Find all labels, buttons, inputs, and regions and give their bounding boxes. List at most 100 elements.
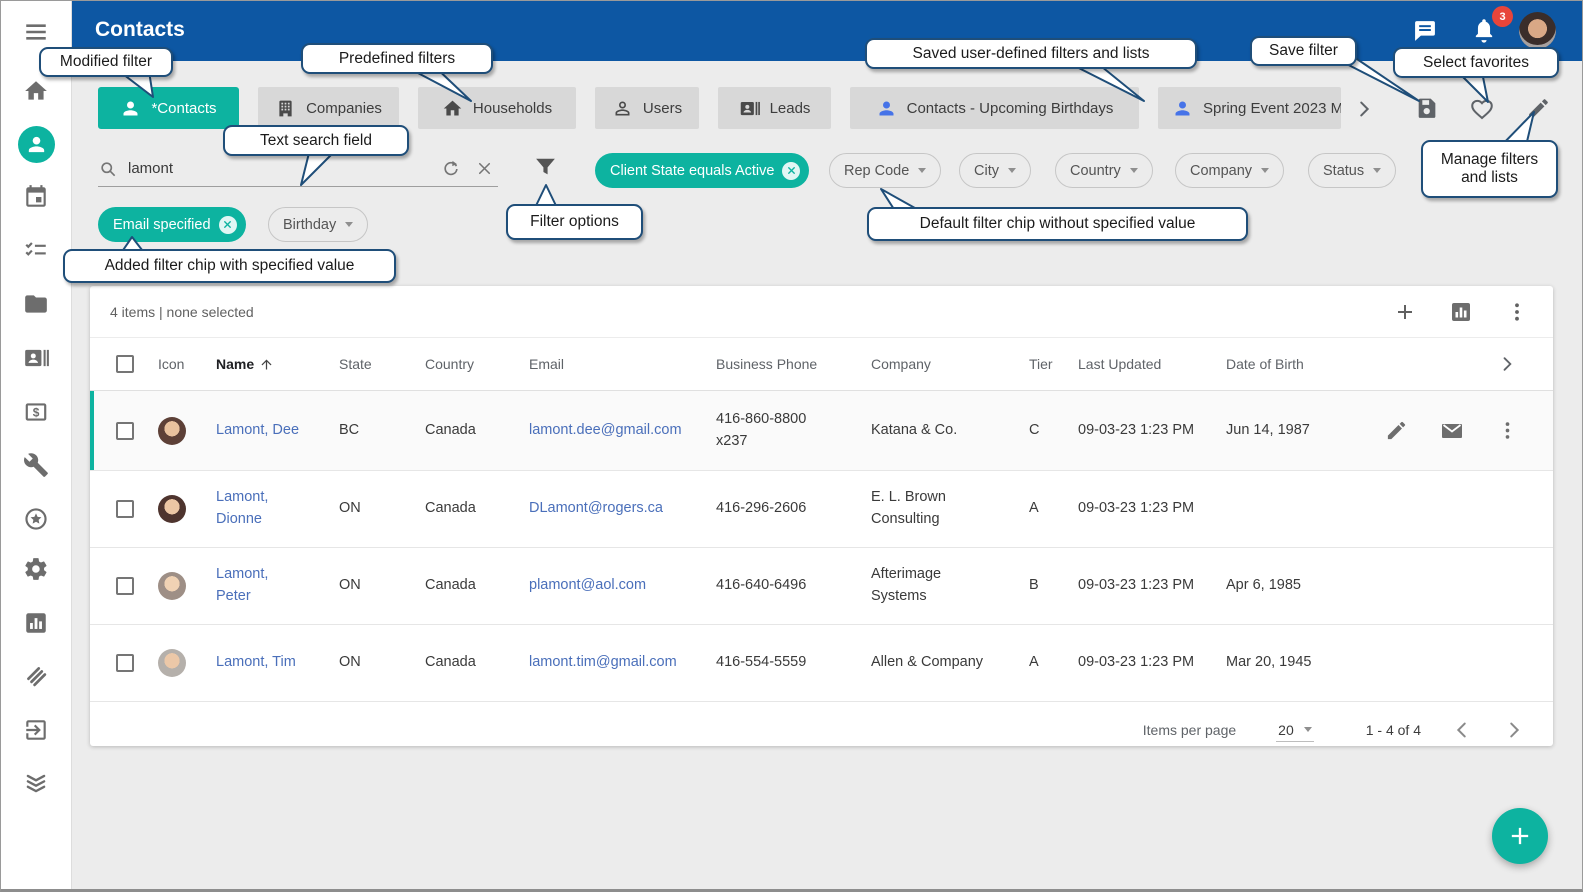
callout-saved-filters: Saved user-defined filters and lists bbox=[865, 38, 1197, 69]
callout-select-favorites: Select favorites bbox=[1393, 47, 1559, 78]
tab-households[interactable]: Households bbox=[418, 87, 576, 129]
filter-chip-client-state[interactable]: Client State equals Active bbox=[595, 153, 809, 188]
add-contact-fab[interactable] bbox=[1492, 808, 1548, 864]
filter-chip-status[interactable]: Status bbox=[1308, 153, 1396, 188]
row-more-kebab-icon[interactable] bbox=[1496, 419, 1519, 442]
page-size-select[interactable]: 20 bbox=[1276, 719, 1314, 742]
column-header-company[interactable]: Company bbox=[871, 356, 1029, 372]
cell-state: ON bbox=[339, 575, 425, 597]
filter-chip-country[interactable]: Country bbox=[1055, 153, 1153, 188]
notification-badge: 3 bbox=[1492, 6, 1513, 27]
sidebar-item-tasks-checklist[interactable] bbox=[23, 238, 49, 264]
tab-companies[interactable]: Companies bbox=[258, 87, 399, 129]
sidebar-item-contacts-active[interactable] bbox=[18, 126, 55, 163]
callout-filter-options: Filter options bbox=[506, 204, 643, 240]
filter-chip-city[interactable]: City bbox=[959, 153, 1031, 188]
sidebar-item-favorites-star[interactable] bbox=[23, 506, 49, 532]
more-options-kebab-icon[interactable] bbox=[1505, 300, 1529, 324]
table-row[interactable]: Lamont, Dee BC Canada lamont.dee@gmail.c… bbox=[90, 391, 1553, 471]
send-email-icon[interactable] bbox=[1440, 419, 1464, 443]
previous-page-chevron-icon[interactable] bbox=[1451, 719, 1473, 741]
contact-email-link[interactable]: DLamont@rogers.ca bbox=[529, 498, 716, 520]
refresh-icon[interactable] bbox=[441, 159, 461, 179]
clear-search-icon[interactable] bbox=[475, 159, 494, 178]
cell-last-updated: 09-03-23 1:23 PM bbox=[1078, 498, 1226, 520]
contact-name-link[interactable]: Lamont, Dionne bbox=[216, 487, 339, 531]
chat-icon[interactable] bbox=[1411, 17, 1439, 45]
next-page-chevron-icon[interactable] bbox=[1503, 719, 1525, 741]
contacts-table-card: 4 items | none selected Icon Name State … bbox=[90, 286, 1553, 746]
tab-saved-upcoming-birthdays[interactable]: Contacts - Upcoming Birthdays bbox=[850, 87, 1139, 129]
tab-users[interactable]: Users bbox=[595, 87, 699, 129]
contact-name-link[interactable]: Lamont, Peter bbox=[216, 564, 339, 608]
sidebar-item-settings-gear[interactable] bbox=[23, 556, 49, 582]
column-header-country[interactable]: Country bbox=[425, 356, 529, 372]
search-input[interactable] bbox=[128, 160, 441, 177]
cell-phone: 416-554-5559 bbox=[716, 652, 871, 674]
row-checkbox[interactable] bbox=[116, 422, 134, 440]
table-row[interactable]: Lamont, Tim ON Canada lamont.tim@gmail.c… bbox=[90, 625, 1553, 702]
sidebar-item-tools-wrench[interactable] bbox=[23, 452, 49, 478]
tabs-overflow-chevron-icon[interactable] bbox=[1353, 98, 1375, 120]
table-row[interactable]: Lamont, Peter ON Canada plamont@aol.com … bbox=[90, 548, 1553, 625]
contact-name-link[interactable]: Lamont, Dee bbox=[216, 420, 339, 442]
sidebar-item-calendar[interactable] bbox=[23, 184, 49, 210]
cell-state: BC bbox=[339, 420, 425, 442]
favorites-heart-icon[interactable] bbox=[1469, 96, 1495, 122]
filter-funnel-icon[interactable] bbox=[533, 154, 558, 179]
column-header-state[interactable]: State bbox=[339, 356, 425, 372]
sidebar-item-opportunities-dollar[interactable] bbox=[23, 399, 49, 425]
sidebar-item-documents-folder[interactable] bbox=[23, 291, 49, 317]
sidebar-item-reports-chart[interactable] bbox=[23, 610, 49, 636]
tab-contacts[interactable]: *Contacts bbox=[98, 87, 239, 129]
add-column-icon[interactable] bbox=[1393, 300, 1417, 324]
contact-avatar bbox=[158, 417, 186, 445]
column-header-business-phone[interactable]: Business Phone bbox=[716, 356, 871, 372]
select-all-checkbox[interactable] bbox=[116, 355, 134, 373]
row-checkbox[interactable] bbox=[116, 577, 134, 595]
expand-columns-chevron-icon[interactable] bbox=[1497, 354, 1517, 374]
tab-saved-spring-event[interactable]: Spring Event 2023 Me bbox=[1158, 87, 1341, 129]
sidebar-item-address-book[interactable] bbox=[23, 345, 49, 371]
filter-chip-company[interactable]: Company bbox=[1175, 153, 1284, 188]
contact-avatar bbox=[158, 572, 186, 600]
contact-email-link[interactable]: lamont.tim@gmail.com bbox=[529, 652, 716, 674]
contacts-person-icon bbox=[25, 133, 48, 156]
filter-chip-birthday[interactable]: Birthday bbox=[268, 207, 368, 242]
column-header-last-updated[interactable]: Last Updated bbox=[1078, 356, 1226, 372]
contact-email-link[interactable]: lamont.dee@gmail.com bbox=[529, 420, 716, 442]
sidebar-item-import-export[interactable] bbox=[23, 717, 49, 743]
column-header-name[interactable]: Name bbox=[216, 356, 339, 372]
chart-view-icon[interactable] bbox=[1449, 300, 1473, 324]
column-header-email[interactable]: Email bbox=[529, 356, 716, 372]
save-filter-icon[interactable] bbox=[1414, 96, 1439, 121]
column-header-icon[interactable]: Icon bbox=[158, 356, 216, 372]
cell-date-of-birth: Apr 6, 1985 bbox=[1226, 575, 1366, 597]
remove-chip-icon[interactable] bbox=[219, 216, 237, 234]
sidebar-item-home[interactable] bbox=[23, 78, 49, 104]
row-checkbox[interactable] bbox=[116, 500, 134, 518]
table-toolbar: 4 items | none selected bbox=[90, 286, 1553, 338]
cell-country: Canada bbox=[425, 575, 529, 597]
lead-card-icon bbox=[739, 98, 760, 119]
row-checkbox[interactable] bbox=[116, 654, 134, 672]
remove-chip-icon[interactable] bbox=[782, 162, 800, 180]
tab-leads[interactable]: Leads bbox=[718, 87, 831, 129]
contact-name-link[interactable]: Lamont, Tim bbox=[216, 652, 339, 674]
contact-avatar bbox=[158, 649, 186, 677]
cell-last-updated: 09-03-23 1:23 PM bbox=[1078, 652, 1226, 674]
sidebar-item-layers[interactable] bbox=[23, 770, 49, 796]
column-header-tier[interactable]: Tier bbox=[1029, 356, 1078, 372]
edit-pencil-icon[interactable] bbox=[1385, 419, 1408, 442]
filter-chip-email-specified[interactable]: Email specified bbox=[98, 207, 246, 242]
column-header-date-of-birth[interactable]: Date of Birth bbox=[1226, 356, 1366, 372]
sidebar-item-campaigns[interactable] bbox=[23, 663, 49, 689]
menu-icon[interactable] bbox=[23, 19, 49, 45]
saved-filter-person-icon bbox=[876, 98, 897, 119]
cell-phone: 416-296-2606 bbox=[716, 498, 871, 520]
filter-chip-rep-code[interactable]: Rep Code bbox=[829, 153, 941, 188]
contact-email-link[interactable]: plamont@aol.com bbox=[529, 575, 716, 597]
user-avatar[interactable] bbox=[1519, 12, 1556, 49]
table-row[interactable]: Lamont, Dionne ON Canada DLamont@rogers.… bbox=[90, 471, 1553, 548]
manage-filters-pencil-icon[interactable] bbox=[1526, 96, 1551, 121]
